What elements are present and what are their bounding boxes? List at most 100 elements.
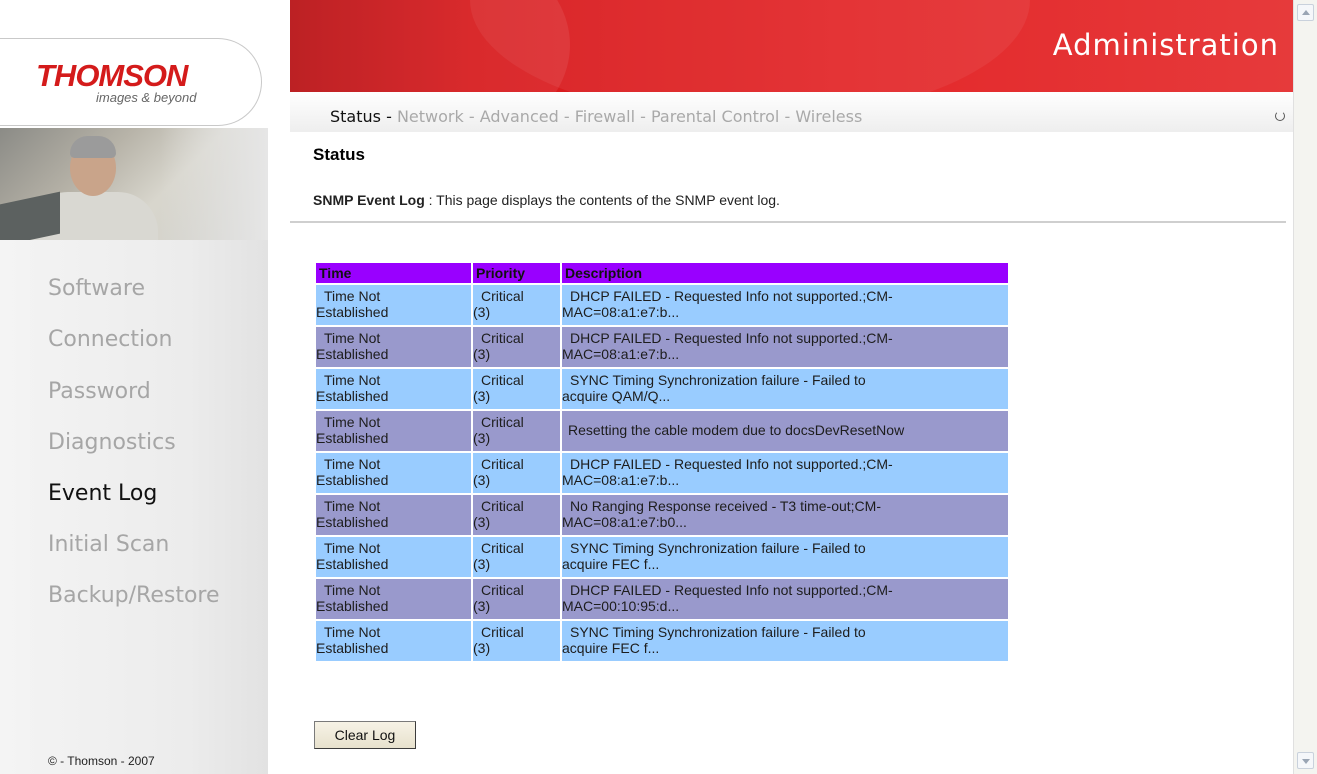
- cell-priority-line: (3): [473, 598, 491, 614]
- cell-time-line: Established: [316, 346, 389, 362]
- top-nav: Status - Network - Advanced - Firewall -…: [290, 92, 1293, 132]
- cell-description-content: DHCP FAILED - Requested Info not support…: [562, 453, 1008, 488]
- cell-description-line: No Ranging Response received - T3 time-o…: [570, 498, 881, 514]
- cell-priority-line: Critical: [481, 582, 524, 598]
- page-description: SNMP Event Log : This page displays the …: [313, 192, 780, 208]
- cell-priority-line: (3): [473, 346, 491, 362]
- cell-priority-line: (3): [473, 556, 491, 572]
- scroll-up-button[interactable]: [1297, 4, 1314, 21]
- cell-description-content: SYNC Timing Synchronization failure - Fa…: [562, 621, 1008, 656]
- cell-time: Time Not Established: [316, 327, 471, 367]
- cell-time-content: Time Not Established: [316, 579, 471, 614]
- nav-separator: -: [463, 107, 480, 126]
- cell-description: DHCP FAILED - Requested Info not support…: [562, 453, 1008, 493]
- photo-fade: [160, 128, 268, 240]
- tab-parental-control[interactable]: Parental Control: [651, 107, 779, 126]
- cell-description: SYNC Timing Synchronization failure - Fa…: [562, 537, 1008, 577]
- cell-time: Time Not Established: [316, 285, 471, 325]
- cell-time: Time Not Established: [316, 495, 471, 535]
- event-log-table: Time Priority Description Time Not Establ…: [314, 261, 1010, 663]
- cell-priority-line: (3): [473, 304, 491, 320]
- table-header-row: Time Priority Description: [316, 263, 1008, 283]
- cell-time-content: Time Not Established: [316, 411, 471, 446]
- cell-time: Time Not Established: [316, 369, 471, 409]
- cell-description: DHCP FAILED - Requested Info not support…: [562, 285, 1008, 325]
- column-header-description: Description: [562, 263, 1008, 283]
- cell-time-line: Established: [316, 430, 389, 446]
- top-nav-links: Status - Network - Advanced - Firewall -…: [330, 107, 862, 126]
- sidebar-item-backup-restore[interactable]: Backup/Restore: [48, 583, 220, 608]
- cell-priority-line: (3): [473, 640, 491, 656]
- table-row: Time Not Established Critical (3) No Ranging…: [316, 495, 1008, 535]
- cell-description: SYNC Timing Synchronization failure - Fa…: [562, 621, 1008, 661]
- cell-priority-line: (3): [473, 430, 491, 446]
- sidebar-item-password[interactable]: Password: [48, 379, 151, 404]
- cell-priority-line: Critical: [481, 330, 524, 346]
- page-description-text: : This page displays the contents of the…: [428, 192, 780, 208]
- sidebar-item-software[interactable]: Software: [48, 276, 145, 301]
- cell-description-line: SYNC Timing Synchronization failure - Fa…: [570, 624, 866, 640]
- cell-description-content: SYNC Timing Synchronization failure - Fa…: [562, 537, 1008, 572]
- copyright-text: © - Thomson - 2007: [48, 754, 155, 768]
- cell-time-line: Established: [316, 304, 389, 320]
- cell-priority-line: (3): [473, 472, 491, 488]
- cell-description-line: DHCP FAILED - Requested Info not support…: [570, 456, 893, 472]
- cell-priority-content: Critical (3): [473, 453, 560, 488]
- cell-time-line: Time Not: [324, 582, 381, 598]
- left-column: THOMSON images & beyond Software Connect…: [0, 0, 290, 774]
- vertical-scrollbar[interactable]: [1293, 0, 1317, 774]
- sidebar-item-connection[interactable]: Connection: [48, 327, 172, 352]
- cell-time-line: Time Not: [324, 330, 381, 346]
- table-row: Time Not Established Critical (3) SYNC Timin…: [316, 369, 1008, 409]
- column-header-time: Time: [316, 263, 471, 283]
- nav-separator: -: [380, 107, 397, 126]
- sidebar-item-diagnostics[interactable]: Diagnostics: [48, 430, 176, 455]
- tab-advanced[interactable]: Advanced: [480, 107, 559, 126]
- tab-wireless[interactable]: Wireless: [795, 107, 862, 126]
- clear-log-button[interactable]: Clear Log: [314, 721, 416, 749]
- tab-firewall[interactable]: Firewall: [575, 107, 635, 126]
- table-row: Time Not Established Critical (3) Resetting …: [316, 411, 1008, 451]
- cell-priority-content: Critical (3): [473, 495, 560, 530]
- header-banner: Administration: [290, 0, 1293, 92]
- cell-description-line: MAC=08:a1:e7:b...: [562, 304, 680, 320]
- sidebar-item-initial-scan[interactable]: Initial Scan: [48, 532, 169, 557]
- thomson-logo[interactable]: THOMSON: [36, 58, 188, 94]
- arrow-up-icon: [1302, 10, 1310, 15]
- photo-laptop: [0, 191, 60, 240]
- cell-time-line: Time Not: [324, 414, 381, 430]
- cell-priority-line: (3): [473, 514, 491, 530]
- cell-description-content: DHCP FAILED - Requested Info not support…: [562, 327, 1008, 362]
- cell-priority-line: Critical: [481, 540, 524, 556]
- cell-time-content: Time Not Established: [316, 621, 471, 656]
- cell-time-line: Established: [316, 556, 389, 572]
- cell-priority-content: Critical (3): [473, 621, 560, 656]
- scroll-down-button[interactable]: [1297, 752, 1314, 769]
- main-content: Status SNMP Event Log : This page displa…: [290, 132, 1293, 774]
- cell-priority-line: Critical: [481, 624, 524, 640]
- cell-priority-content: Critical (3): [473, 411, 560, 446]
- cell-description-line: MAC=00:10:95:d...: [562, 598, 680, 614]
- cell-time-line: Time Not: [324, 624, 381, 640]
- sidebar-item-event-log[interactable]: Event Log: [48, 481, 157, 506]
- cell-priority: Critical (3): [473, 579, 560, 619]
- cell-time-line: Established: [316, 598, 389, 614]
- cell-description-line: acquire QAM/Q...: [562, 388, 671, 404]
- table-row: Time Not Established Critical (3) DHCP FAILE…: [316, 453, 1008, 493]
- cell-time-content: Time Not Established: [316, 369, 471, 404]
- cell-time-line: Established: [316, 640, 389, 656]
- cell-priority-content: Critical (3): [473, 579, 560, 614]
- tab-status[interactable]: Status: [330, 107, 381, 126]
- cell-priority-line: Critical: [481, 414, 524, 430]
- cell-description-line: Resetting the cable modem due to docsDev…: [568, 422, 905, 438]
- tab-network[interactable]: Network: [397, 107, 464, 126]
- cell-time: Time Not Established: [316, 579, 471, 619]
- cell-description-line: acquire FEC f...: [562, 640, 660, 656]
- section-title: Status: [313, 145, 365, 164]
- cell-time-line: Time Not: [324, 540, 381, 556]
- cell-priority-line: Critical: [481, 498, 524, 514]
- cell-time-content: Time Not Established: [316, 537, 471, 572]
- cell-description: DHCP FAILED - Requested Info not support…: [562, 327, 1008, 367]
- nav-separator: -: [635, 107, 651, 126]
- cell-description-line: DHCP FAILED - Requested Info not support…: [570, 330, 893, 346]
